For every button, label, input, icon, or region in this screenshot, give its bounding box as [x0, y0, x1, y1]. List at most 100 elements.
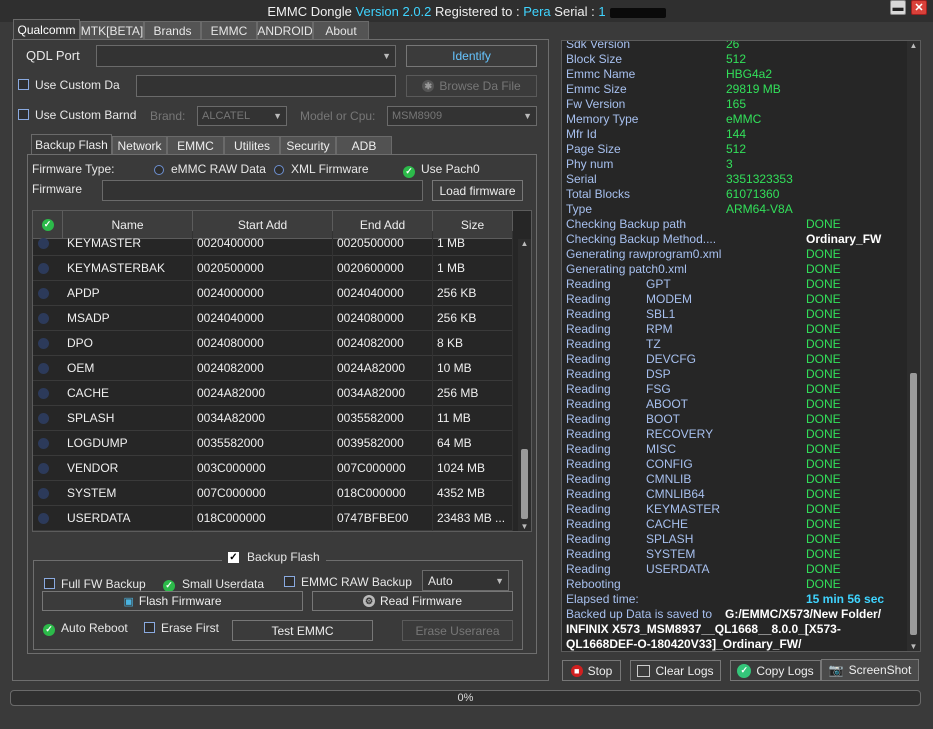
log-scroll-thumb[interactable] [910, 373, 917, 635]
tab-adb[interactable]: ADB [336, 136, 392, 154]
log-partition: SPLASH [646, 532, 694, 546]
qdl-port-label: QDL Port [26, 48, 80, 63]
close-button[interactable]: ✕ [911, 0, 927, 15]
tab-emmc-sub[interactable]: EMMC [167, 136, 224, 154]
table-row[interactable]: MSADP 0024040000 0024080000 256 KB [33, 306, 513, 331]
cell-end: 0024082000 [333, 331, 433, 356]
flash-firmware-button[interactable]: ▣ Flash Firmware [42, 591, 303, 611]
model-select[interactable]: MSM8909 ▼ [387, 106, 537, 126]
tab-about[interactable]: About [313, 21, 369, 39]
identify-button[interactable]: Identify [406, 45, 537, 67]
qdl-port-select[interactable]: ▼ [96, 45, 396, 67]
tab-backup-flash[interactable]: Backup Flash [31, 134, 112, 155]
progress-text: 0% [457, 692, 474, 704]
table-row[interactable]: USERDATA 018C000000 0747BFBE00 23483 MB ... [33, 506, 513, 531]
row-checkbox[interactable] [38, 488, 49, 499]
table-row[interactable]: LOGDUMP 0035582000 0039582000 64 MB [33, 431, 513, 456]
use-custom-brand-checkbox[interactable] [18, 109, 29, 123]
log-reading-label: Reading [566, 517, 611, 531]
xml-firmware-radio[interactable] [274, 164, 284, 178]
row-checkbox[interactable] [38, 438, 49, 449]
cell-start: 0024000000 [193, 281, 333, 306]
scroll-down-icon[interactable]: ▼ [907, 642, 920, 651]
log-key: Emmc Size [566, 82, 627, 96]
use-pach0-checkbox[interactable]: ✓ [403, 163, 415, 178]
cell-end: 0039582000 [333, 431, 433, 456]
log-partition: MISC [646, 442, 676, 456]
row-checkbox[interactable] [38, 413, 49, 424]
custom-da-input[interactable] [136, 75, 396, 97]
full-fw-backup-checkbox[interactable] [44, 578, 55, 592]
backup-mode-select[interactable]: Auto ▼ [422, 570, 509, 591]
table-scroll-thumb[interactable] [521, 449, 528, 519]
cell-size: 256 KB [433, 306, 513, 331]
log-status: Ordinary_FW [806, 232, 882, 246]
small-userdata-checkbox[interactable]: ✓ [163, 577, 175, 592]
firmware-label: Firmware [32, 182, 82, 196]
screenshot-button[interactable]: 📷 ScreenShot [821, 659, 919, 681]
row-checkbox[interactable] [38, 463, 49, 474]
log-key: Emmc Name [566, 67, 636, 81]
cell-size: 23483 MB ... [433, 506, 513, 531]
scroll-down-icon[interactable]: ▼ [518, 522, 531, 531]
row-checkbox[interactable] [38, 338, 49, 349]
row-checkbox[interactable] [38, 238, 49, 249]
log-status: DONE [806, 322, 841, 336]
log-reading-label: Reading [566, 457, 611, 471]
tab-brands[interactable]: Brands [144, 21, 201, 39]
firmware-path-input[interactable] [102, 180, 423, 201]
auto-reboot-checkbox[interactable]: ✓ [43, 621, 55, 636]
tab-network[interactable]: Network [112, 136, 167, 154]
cell-name: KEYMASTERBAK [63, 256, 193, 281]
cell-name: VENDOR [63, 456, 193, 481]
table-row[interactable]: DPO 0024080000 0024082000 8 KB [33, 331, 513, 356]
table-row[interactable]: SPLASH 0034A82000 0035582000 11 MB [33, 406, 513, 431]
row-checkbox[interactable] [38, 388, 49, 399]
row-checkbox[interactable] [38, 313, 49, 324]
tab-utilites[interactable]: Utilites [224, 136, 280, 154]
tab-security[interactable]: Security [280, 136, 336, 154]
table-row[interactable]: CACHE 0024A82000 0034A82000 256 MB [33, 381, 513, 406]
log-partition: CMNLIB64 [646, 487, 705, 501]
row-checkbox[interactable] [38, 263, 49, 274]
browse-da-button[interactable]: ✱ Browse Da File [406, 75, 537, 97]
emmc-raw-backup-checkbox[interactable] [284, 576, 295, 590]
read-firmware-button[interactable]: ⚙ Read Firmware [312, 591, 513, 611]
table-row[interactable]: KEYMASTER 0020400000 0020500000 1 MB [33, 231, 513, 256]
scroll-up-icon[interactable]: ▲ [518, 239, 531, 248]
copy-logs-button[interactable]: ✓ Copy Logs [730, 660, 821, 681]
clear-logs-button[interactable]: Clear Logs [630, 660, 721, 681]
erase-userarea-button[interactable]: Erase Userarea [402, 620, 513, 641]
table-scrollbar[interactable]: ▲ ▼ [518, 239, 531, 531]
table-row[interactable]: VENDOR 003C000000 007C000000 1024 MB [33, 456, 513, 481]
backup-flash-checkbox[interactable]: ✓ [228, 551, 239, 563]
scroll-up-icon[interactable]: ▲ [907, 41, 920, 50]
log-key: Type [566, 202, 593, 216]
table-row[interactable]: OEM 0024082000 0024A82000 10 MB [33, 356, 513, 381]
cell-size: 10 MB [433, 356, 513, 381]
log-partition: CACHE [646, 517, 689, 531]
raw-data-radio[interactable] [154, 164, 164, 178]
minimize-button[interactable]: ▬ [890, 0, 906, 15]
stop-button[interactable]: ■ Stop [562, 660, 621, 681]
use-custom-da-checkbox[interactable] [18, 79, 29, 93]
load-firmware-button[interactable]: Load firmware [432, 180, 523, 201]
log-reading-label: Reading [566, 502, 611, 516]
tab-mtk-beta[interactable]: MTK[BETA] [80, 21, 144, 39]
row-checkbox[interactable] [38, 513, 49, 524]
log-status: DONE [806, 217, 841, 231]
erase-first-checkbox[interactable] [144, 622, 155, 636]
table-row[interactable]: KEYMASTERBAK 0020500000 0020600000 1 MB [33, 256, 513, 281]
test-emmc-button[interactable]: Test EMMC [232, 620, 373, 641]
row-checkbox[interactable] [38, 288, 49, 299]
table-row[interactable]: SYSTEM 007C000000 018C000000 4352 MB [33, 481, 513, 506]
tab-qualcomm[interactable]: Qualcomm [13, 19, 80, 40]
table-row[interactable]: APDP 0024000000 0024040000 256 KB [33, 281, 513, 306]
log-scrollbar[interactable]: ▲ ▼ [907, 41, 920, 651]
tab-emmc[interactable]: EMMC [201, 21, 257, 39]
partition-table: ✓ Name Start Add End Add Size KEYMASTER 0… [32, 210, 532, 532]
brand-select[interactable]: ALCATEL ▼ [197, 106, 287, 126]
row-checkbox[interactable] [38, 363, 49, 374]
check-icon: ✓ [403, 165, 415, 178]
tab-android[interactable]: ANDROID [257, 21, 313, 39]
